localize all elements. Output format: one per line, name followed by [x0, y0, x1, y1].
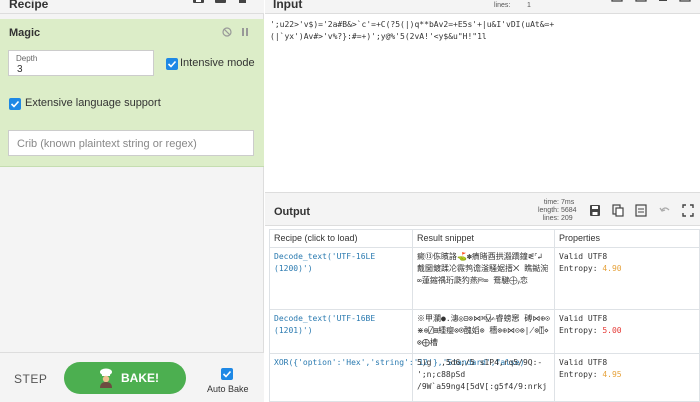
properties-cell: Valid UTF8 Entropy: 5.00 [554, 309, 700, 354]
save-output-icon[interactable] [589, 204, 601, 217]
result-snippet: 癜⑬㑈矉詻⛳✽㿎睹⾣拱溵蹻鐘⪛ᣗ↲ 戴圞鍍蹂㓆霺鹁谵滏騷婮搢⨉ 瞧鐑涴∞蓮鏥禑珩… [412, 247, 555, 310]
valid-utf8-label: Valid UTF8 [559, 252, 608, 261]
open-file-icon[interactable] [611, 0, 623, 4]
input-textarea[interactable]: ';u22>'v$)='2a#B&>`c'=+C(?5(|)q**bAv2=+E… [270, 19, 690, 43]
input-lines-label: lines: [494, 2, 511, 9]
folder-icon[interactable] [214, 0, 227, 4]
input-text-line: ';u22>'v$)='2a#B&>`c'=+C(?5(|)q**bAv2=+E… [270, 20, 555, 29]
entropy-value: 5.00 [602, 326, 622, 335]
input-lines-value: 1 [527, 2, 531, 9]
replace-input-icon[interactable] [635, 204, 647, 217]
crib-input[interactable]: Crib (known plaintext string or regex) [8, 130, 254, 156]
extensive-language-label[interactable]: Extensive language support [25, 97, 161, 109]
valid-utf8-label: Valid UTF8 [559, 314, 608, 323]
bake-button[interactable]: BAKE! [64, 362, 186, 394]
input-header: Input lines: 1 [265, 0, 700, 14]
result-snippet: 5)g ,5d6;/5 s1P4,rq5/9Q:-';n;c88pSd /9W`… [412, 353, 555, 402]
input-panel: Input lines: 1 ';u22>'v$)='2a#B&>`c'=+C(… [265, 0, 700, 192]
entropy-value: 4.90 [602, 264, 622, 273]
column-header: Recipe (click to load) [269, 229, 413, 248]
depth-field[interactable]: Depth 3 [8, 50, 154, 76]
recipe-link[interactable]: Decode_text('UTF-16BE (1201)') [269, 309, 413, 354]
maximise-icon[interactable] [682, 204, 694, 217]
step-button[interactable]: STEP [14, 372, 47, 386]
checkmark-icon [167, 60, 177, 68]
bake-label: BAKE! [121, 371, 159, 385]
output-lines-label: lines: [542, 215, 559, 222]
operation-title: Magic [9, 27, 41, 39]
entropy-label: Entropy: [559, 370, 598, 379]
recipe-link[interactable]: XOR({'option':'Hex','string':'12'},'Stan… [269, 353, 524, 402]
entropy-line: Entropy: 5.00 [559, 325, 695, 337]
output-time-label: time: [543, 199, 559, 206]
table-row: Decode_text('UTF-16BE (1201)') ※甲瀾●.潓◎⊡⊗… [269, 309, 700, 354]
output-header: Output time: 7ms length: 5684 lines: 209 [265, 193, 700, 226]
recipe-title: Recipe [9, 0, 49, 11]
save-icon[interactable] [192, 0, 205, 4]
intensive-mode-checkbox[interactable] [166, 58, 178, 70]
auto-bake-checkbox[interactable] [221, 368, 233, 380]
properties-cell: Valid UTF8 Entropy: 4.90 [554, 247, 700, 310]
output-length-value: 5684 [561, 207, 577, 214]
input-text-line: (|`yx')Av#>'v%?}:#=+)';y@%'5(2vA!'<y$&u"… [270, 32, 487, 41]
copy-output-icon[interactable] [612, 204, 624, 217]
table-row: Decode_text('UTF-16LE (1200)') 癜⑬㑈矉詻⛳✽㿎睹… [269, 247, 700, 310]
auto-bake-label[interactable]: Auto Bake [207, 384, 249, 394]
magic-results-table: Recipe (click to load) Result snippet Pr… [269, 229, 700, 402]
crib-placeholder: Crib (known plaintext string or regex) [17, 138, 197, 150]
entropy-label: Entropy: [559, 326, 598, 335]
trash-icon[interactable] [238, 0, 247, 4]
column-header: Result snippet [412, 229, 555, 248]
valid-utf8-label: Valid UTF8 [559, 358, 608, 367]
output-lines-value: 209 [561, 215, 573, 222]
recipe-panel: Recipe Magic Depth 3 Intensive mode Exte… [0, 0, 264, 402]
checkmark-icon [10, 100, 20, 108]
magic-operation: Magic Depth 3 Intensive mode Extensive l… [0, 19, 264, 167]
checkmark-icon [222, 370, 232, 378]
intensive-mode-label[interactable]: Intensive mode [180, 57, 255, 69]
disable-icon[interactable] [222, 27, 232, 37]
bake-bar: STEP BAKE! Auto Bake [0, 352, 264, 402]
output-panel: Output time: 7ms length: 5684 lines: 209… [265, 192, 700, 402]
depth-value[interactable]: 3 [17, 64, 23, 75]
add-tab-icon[interactable] [589, 0, 601, 4]
clear-input-icon[interactable] [657, 0, 669, 4]
chef-icon [100, 368, 112, 388]
recipe-link[interactable]: Decode_text('UTF-16LE (1200)') [269, 247, 413, 310]
recipe-header: Recipe [0, 0, 264, 14]
output-time-value: 7ms [561, 199, 575, 206]
entropy-line: Entropy: 4.90 [559, 263, 695, 275]
reset-layout-icon[interactable] [679, 0, 691, 4]
depth-label: Depth [16, 54, 38, 63]
entropy-line: Entropy: 4.95 [559, 369, 695, 381]
extensive-language-checkbox[interactable] [9, 98, 21, 110]
pause-icon[interactable] [240, 27, 250, 37]
column-header: Properties [554, 229, 700, 248]
result-snippet: ※甲瀾●.潓◎⊡⊗⋈⌘⍌✍睿螃窸 磗⋈⊕⊙⋇⊕⍁⊞緟瘿⊗⍟醜嫍⊗ 穯⊗⊕⋈⊝⊗∤… [412, 309, 555, 354]
output-title: Output [274, 206, 311, 218]
undo-icon[interactable] [659, 204, 671, 217]
input-title: Input [273, 0, 303, 11]
table-row: XOR({'option':'Hex','string':'12'},'Stan… [269, 353, 700, 402]
properties-cell: Valid UTF8 Entropy: 4.95 [554, 353, 700, 402]
entropy-value: 4.95 [602, 370, 622, 379]
open-folder-icon[interactable] [635, 0, 647, 4]
output-length-label: length: [537, 207, 559, 214]
entropy-label: Entropy: [559, 264, 598, 273]
table-header-row: Recipe (click to load) Result snippet Pr… [269, 229, 700, 248]
